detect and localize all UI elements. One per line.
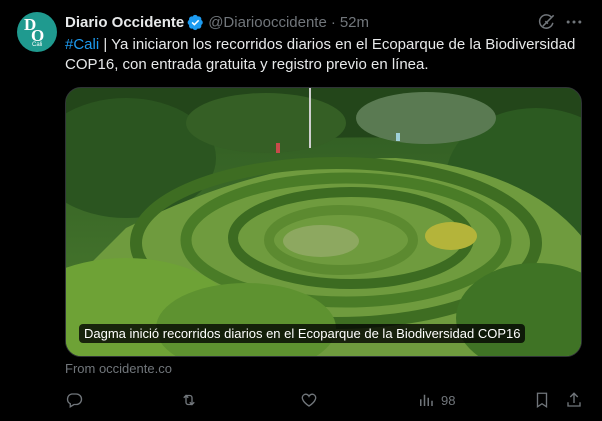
share-button[interactable] xyxy=(565,389,583,411)
tweet[interactable]: D O Cali Diario Occidente @Diarioocciden… xyxy=(0,0,602,421)
views-button[interactable]: 98 xyxy=(417,389,455,411)
grok-icon[interactable] xyxy=(537,12,557,32)
author-handle[interactable]: @Diariooccidente xyxy=(208,14,327,31)
heart-icon xyxy=(301,393,317,407)
timestamp[interactable]: 52m xyxy=(340,14,369,31)
reply-icon xyxy=(66,393,83,408)
bookmark-icon xyxy=(536,392,548,409)
reply-button[interactable] xyxy=(65,389,83,411)
tweet-body: | Ya iniciaron los recorridos diarios en… xyxy=(65,36,576,73)
avatar-sublabel: Cali xyxy=(32,42,43,48)
link-source[interactable]: From occidente.co xyxy=(65,361,172,376)
verified-badge-icon xyxy=(187,14,203,30)
share-icon xyxy=(567,392,581,407)
park-photo xyxy=(66,88,581,356)
retweet-icon xyxy=(183,394,195,406)
like-button[interactable] xyxy=(300,389,318,411)
views-icon xyxy=(420,394,433,406)
retweet-button[interactable] xyxy=(180,389,198,411)
hashtag-link[interactable]: #Cali xyxy=(65,36,99,53)
tweet-header: Diario Occidente @Diariooccidente · 52m xyxy=(65,12,369,32)
views-count: 98 xyxy=(441,392,456,408)
action-bar: 98 xyxy=(65,389,585,411)
bookmark-button[interactable] xyxy=(533,389,551,411)
media-caption: Dagma inició recorridos diarios en el Ec… xyxy=(79,324,526,343)
link-card-image[interactable]: Dagma inició recorridos diarios en el Ec… xyxy=(65,87,582,357)
avatar[interactable]: D O Cali xyxy=(17,12,57,52)
tweet-text: #Cali | Ya iniciaron los recorridos diar… xyxy=(65,35,585,75)
author-name[interactable]: Diario Occidente xyxy=(65,14,184,31)
more-icon[interactable] xyxy=(564,12,584,32)
separator-dot: · xyxy=(330,13,336,31)
